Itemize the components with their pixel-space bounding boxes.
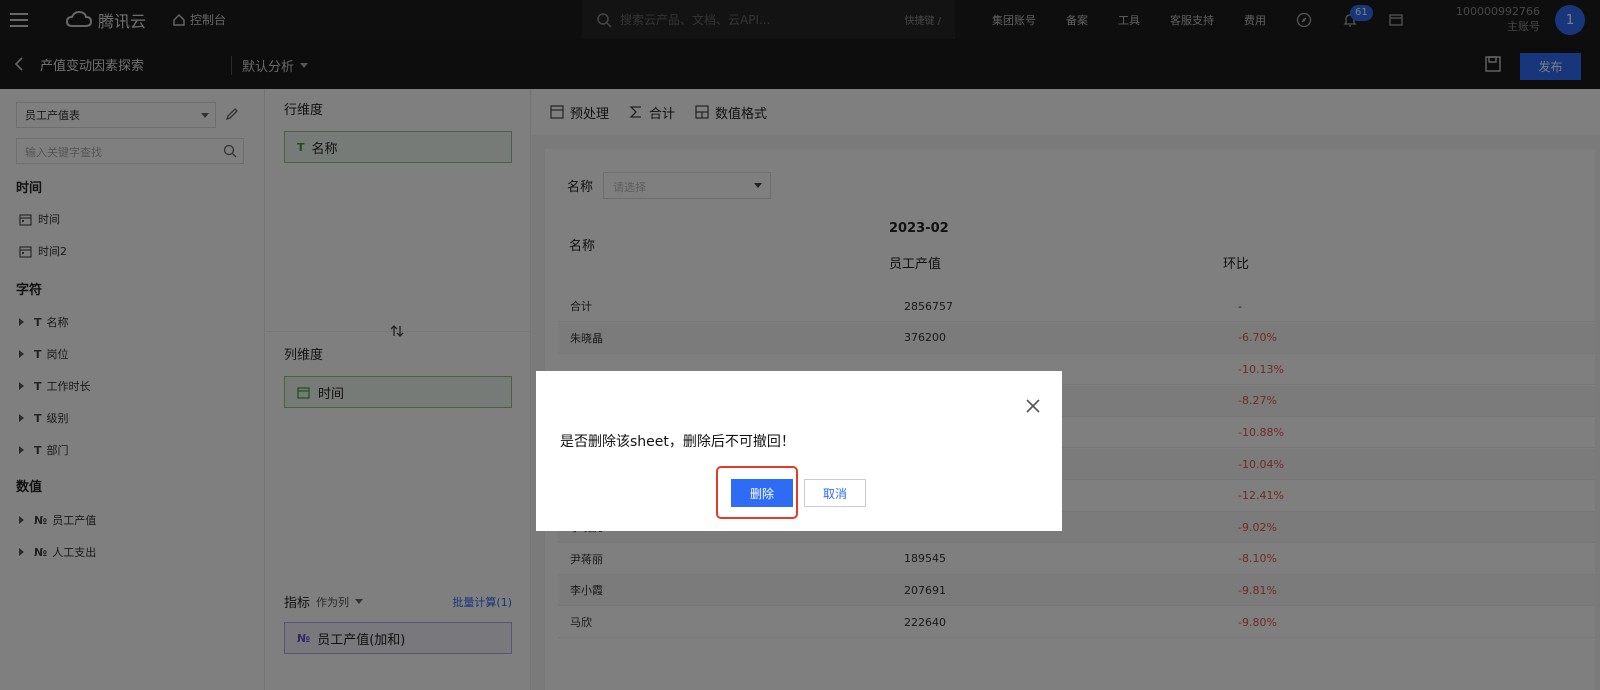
modal-overlay[interactable] [0,0,1600,690]
close-icon[interactable] [1024,397,1042,415]
dialog-message: 是否删除该sheet，删除后不可撤回！ [560,434,795,450]
cancel-button[interactable]: 取消 [804,479,866,507]
delete-sheet-dialog: 是否删除该sheet，删除后不可撤回！ 删除 取消 [536,371,1062,531]
delete-button[interactable]: 删除 [731,479,793,507]
